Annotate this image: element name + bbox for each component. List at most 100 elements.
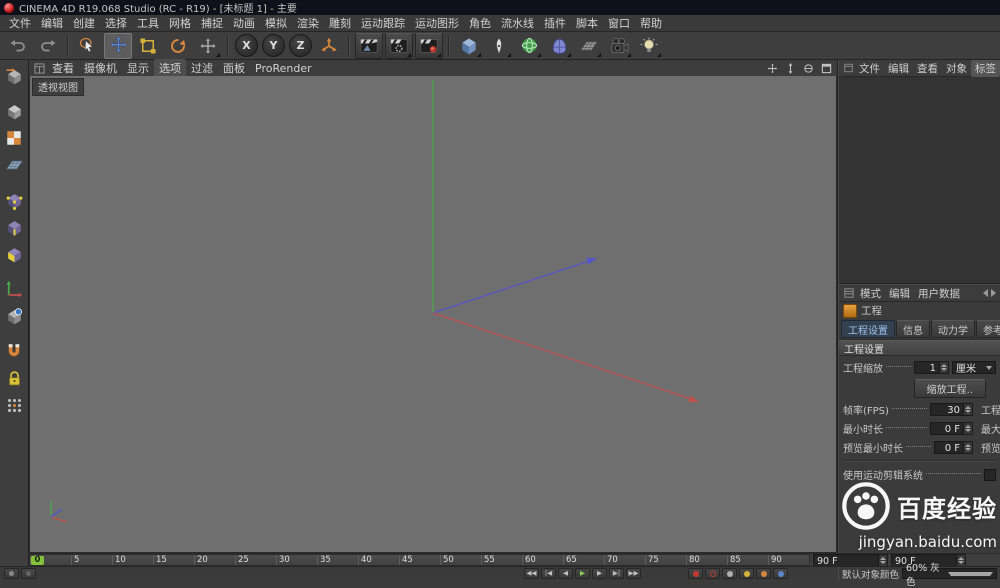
om-menu-tags[interactable]: 标签	[971, 60, 1000, 77]
menu-animate[interactable]: 动画	[228, 14, 260, 32]
menu-mesh[interactable]: 网格	[164, 14, 196, 32]
quantize-button[interactable]	[2, 393, 26, 417]
record-parameter-button[interactable]	[773, 568, 788, 579]
workplane-mode-button[interactable]	[2, 153, 26, 177]
render-view-button[interactable]	[355, 33, 383, 59]
rotate-tool-button[interactable]	[164, 33, 192, 59]
add-light-button[interactable]	[635, 33, 663, 59]
record-position-button[interactable]	[722, 568, 737, 579]
scale-project-button[interactable]: 缩放工程..	[914, 379, 986, 398]
record-keyframe-button[interactable]	[688, 568, 703, 579]
preview-min-time-stepper[interactable]: 0 F	[934, 441, 973, 454]
add-environment-button[interactable]	[575, 33, 603, 59]
om-menu-view[interactable]: 查看	[913, 60, 942, 77]
menu-sculpt[interactable]: 雕刻	[324, 14, 356, 32]
menu-window[interactable]: 窗口	[603, 14, 635, 32]
record-scale-button[interactable]	[739, 568, 754, 579]
menu-select[interactable]: 选择	[100, 14, 132, 32]
viewport-menu-prorender[interactable]: ProRender	[250, 61, 317, 76]
texture-mode-button[interactable]	[2, 126, 26, 150]
layer-palette-icon[interactable]	[4, 568, 19, 579]
viewport-orbit-icon[interactable]	[801, 62, 815, 74]
add-camera-button[interactable]	[605, 33, 633, 59]
menu-edit[interactable]: 编辑	[36, 14, 68, 32]
play-button[interactable]: ▶	[575, 568, 590, 579]
polygons-mode-button[interactable]	[2, 242, 26, 266]
material-palette-icon[interactable]	[21, 568, 36, 579]
menu-pipeline[interactable]: 流水线	[496, 14, 539, 32]
om-menu-objects[interactable]: 对象	[942, 60, 971, 77]
redo-button[interactable]	[34, 33, 62, 59]
edges-mode-button[interactable]	[2, 215, 26, 239]
menu-plugins[interactable]: 插件	[539, 14, 571, 32]
enable-axis-button[interactable]	[2, 277, 26, 301]
record-rotation-button[interactable]	[756, 568, 771, 579]
timeline-ruler[interactable]: 0 0 5 10 15 20 25 30 35 40 45 50 55 60 6…	[29, 554, 810, 566]
viewport-menu-options[interactable]: 选项	[154, 59, 186, 77]
axis-x-lock-button[interactable]: X	[235, 34, 258, 57]
menu-motion-tracker[interactable]: 运动跟踪	[356, 14, 410, 32]
menu-render[interactable]: 渲染	[292, 14, 324, 32]
undo-button[interactable]	[4, 33, 32, 59]
menu-simulate[interactable]: 模拟	[260, 14, 292, 32]
project-scale-unit-select[interactable]: 厘米	[952, 361, 996, 374]
viewport-pan-icon[interactable]	[765, 62, 779, 74]
lock-workplane-button[interactable]	[2, 366, 26, 390]
viewport-menu-filter[interactable]: 过滤	[186, 59, 218, 77]
next-key-button[interactable]: ▶|	[609, 568, 624, 579]
render-settings-button[interactable]	[385, 33, 413, 59]
last-tool-button[interactable]	[194, 33, 222, 59]
autokey-button[interactable]	[705, 568, 720, 579]
go-to-start-button[interactable]: ◀◀	[524, 568, 539, 579]
minimum-time-stepper[interactable]: 0 F	[930, 422, 973, 435]
menu-create[interactable]: 创建	[68, 14, 100, 32]
viewport-solo-button[interactable]	[2, 304, 26, 328]
previous-frame-button[interactable]: ◀	[558, 568, 573, 579]
current-frame-marker[interactable]: 0	[31, 556, 44, 565]
move-tool-button[interactable]	[104, 33, 132, 59]
menu-tools[interactable]: 工具	[132, 14, 164, 32]
viewport-canvas[interactable]: 透视视图	[29, 76, 837, 553]
viewport-menu-display[interactable]: 显示	[122, 59, 154, 77]
scale-tool-button[interactable]	[134, 33, 162, 59]
menu-snap[interactable]: 捕捉	[196, 14, 228, 32]
menu-file[interactable]: 文件	[4, 14, 36, 32]
default-object-color-select[interactable]: 60% 灰色	[902, 568, 997, 579]
previous-key-button[interactable]: |◀	[541, 568, 556, 579]
menu-script[interactable]: 脚本	[571, 14, 603, 32]
am-menu-userdata[interactable]: 用户数据	[914, 285, 964, 302]
history-back-icon[interactable]	[983, 289, 988, 297]
use-motion-clip-checkbox[interactable]	[984, 469, 996, 481]
tab-dynamics[interactable]: 动力学	[931, 320, 975, 338]
viewport-maximize-icon[interactable]	[819, 62, 833, 74]
add-deformer-button[interactable]	[545, 33, 573, 59]
end-frame-stepper[interactable]: 90 F	[813, 554, 888, 567]
viewport-menu-panel[interactable]: 面板	[218, 59, 250, 77]
object-manager-list[interactable]	[839, 77, 1000, 284]
menu-mograph[interactable]: 运动图形	[410, 14, 464, 32]
menu-help[interactable]: 帮助	[635, 14, 667, 32]
axis-z-lock-button[interactable]: Z	[289, 34, 312, 57]
om-menu-edit[interactable]: 编辑	[884, 60, 913, 77]
viewport-menu-view[interactable]: 查看	[47, 59, 79, 77]
points-mode-button[interactable]	[2, 188, 26, 212]
fps-stepper[interactable]: 30	[930, 403, 973, 416]
viewport-dolly-icon[interactable]	[783, 62, 797, 74]
axis-y-lock-button[interactable]: Y	[262, 34, 285, 57]
add-spline-button[interactable]	[485, 33, 513, 59]
tab-info[interactable]: 信息	[896, 320, 930, 338]
menu-character[interactable]: 角色	[464, 14, 496, 32]
coordinate-system-button[interactable]	[315, 33, 343, 59]
am-menu-edit[interactable]: 编辑	[885, 285, 914, 302]
am-menu-mode[interactable]: 模式	[856, 285, 885, 302]
go-to-end-button[interactable]: ▶▶	[626, 568, 641, 579]
add-cube-button[interactable]	[455, 33, 483, 59]
tab-project-settings[interactable]: 工程设置	[841, 320, 895, 338]
add-generator-button[interactable]	[515, 33, 543, 59]
render-queue-button[interactable]	[415, 33, 443, 59]
project-scale-stepper[interactable]: 1	[914, 361, 949, 374]
model-mode-button[interactable]	[2, 99, 26, 123]
history-forward-icon[interactable]	[991, 289, 996, 297]
enable-snap-button[interactable]	[2, 339, 26, 363]
viewport-menu-cameras[interactable]: 摄像机	[79, 59, 122, 77]
